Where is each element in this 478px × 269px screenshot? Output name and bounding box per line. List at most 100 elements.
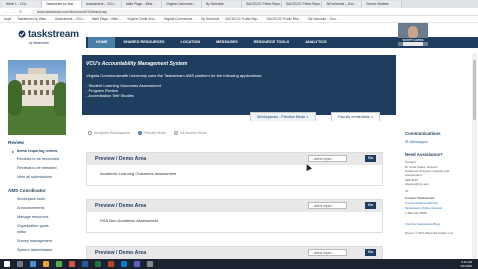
card-title: Preview / Demo Area <box>95 156 147 162</box>
or-label: Or: <box>405 189 410 193</box>
filter-assigned[interactable]: Assigned Workspaces <box>88 131 130 135</box>
welcome-banner: VCU's Accountability Management System V… <box>82 55 396 115</box>
blog-link[interactable]: Visit the Taskstream Blog <box>405 222 440 226</box>
nav-shared-resources[interactable]: SHARED RESOURCES <box>115 37 172 48</box>
banner-app: - Accreditation Self Studies <box>86 93 134 98</box>
report-select[interactable]: - select report - <box>308 249 347 256</box>
bookmark[interactable]: Virginia Commonwe… <box>164 17 196 21</box>
webcam-name: SCOTT GATES <box>397 38 429 42</box>
sidebar-item-system-admin[interactable]: System administrator <box>17 248 53 252</box>
webcam-overlay <box>398 23 428 46</box>
back-icon[interactable]: ← <box>4 9 9 14</box>
banner-title: VCU's Accountability Management System <box>86 61 188 67</box>
word-icon[interactable] <box>82 261 88 267</box>
go-button[interactable]: Go <box>365 249 376 256</box>
bookmark[interactable]: Taskstream by Wats… <box>17 17 49 21</box>
reload-icon[interactable]: ↻ <box>18 9 23 14</box>
report-select[interactable]: - select report - <box>308 202 347 209</box>
sidebar-item-announcements[interactable]: Announcements <box>17 206 44 210</box>
messages-link[interactable]: ✉ Messages <box>405 139 428 144</box>
bookmark[interactable]: SACSCOC Public Rep… <box>267 17 302 21</box>
campus-photo <box>8 60 66 135</box>
contact-line: Assessment <box>405 173 422 177</box>
nav-messages[interactable]: MESSAGES <box>208 37 246 48</box>
bookmark[interactable]: Math Plage – Bets… <box>92 17 121 21</box>
nav-location[interactable]: LOCATION <box>173 37 209 48</box>
coordinator-section-title: AMS Coordinator <box>8 188 46 193</box>
sidebar-item-org-goals[interactable]: Organization goals <box>17 224 49 228</box>
browser-tab[interactable]: Math Plage – Bets… <box>122 1 162 8</box>
bookmark[interactable]: Apps <box>4 17 11 21</box>
sidebar-item-reconcile[interactable]: Reviews to be reconciled <box>17 157 59 161</box>
nav-resource-tools[interactable]: RESOURCE TOOLS <box>246 37 298 48</box>
card-title: Preview / Demo Area <box>95 250 147 256</box>
nav-home[interactable]: HOME <box>88 37 116 48</box>
arrow-icon: ▸ <box>12 150 14 154</box>
chrome-icon[interactable] <box>56 261 62 267</box>
card-workspace-link[interactable]: DSA Non-Academic Assessment <box>87 212 382 223</box>
radio-icon[interactable] <box>88 131 92 135</box>
sidebar-item-all-submissions[interactable]: View all submissions <box>17 175 52 179</box>
support-link[interactable]: Via the Watermark/Help <box>405 201 438 205</box>
card-workspace-link[interactable]: Academic Learning Outcomes Assessment <box>87 165 382 176</box>
app-icon[interactable] <box>147 261 153 267</box>
contact-label: Contact: <box>405 160 417 164</box>
sidebar-item-release[interactable]: Reviews to be released <box>17 166 56 170</box>
bookmarks-bar: Apps Taskstream by Wats… Assessment – VC… <box>0 16 478 23</box>
bookmark[interactable]: JW schedule – Goo… <box>308 17 339 21</box>
search-icon[interactable] <box>17 261 23 267</box>
sidebar-item-survey-management[interactable]: Survey management <box>17 239 52 243</box>
sidebar-item-requiring-review[interactable]: Items requiring review <box>17 149 57 153</box>
scrollbar-thumb[interactable] <box>473 60 476 120</box>
go-button[interactable]: Go <box>365 155 376 162</box>
sidebar-item-org-goals-editor[interactable]: editor <box>17 230 27 234</box>
outlook-icon[interactable] <box>121 261 127 267</box>
radio-icon[interactable] <box>137 131 142 135</box>
workspace-card: Preview / Demo Area - select report - Go <box>86 246 383 259</box>
browser-tab[interactable]: Assessment – VCU… <box>82 1 122 8</box>
filter-all-access[interactable]: All Access Mode <box>174 131 207 135</box>
bookmark[interactable]: Assessment – VCU… <box>55 17 86 21</box>
bookmark[interactable]: Virginia Credit Unio… <box>127 17 158 21</box>
review-section-title: Review <box>8 140 24 145</box>
logo-text[interactable]: taskstream <box>28 29 79 40</box>
browser-tab[interactable]: Week 1 - VCU… <box>2 1 42 8</box>
excel-icon[interactable] <box>95 261 101 267</box>
radio-icon[interactable] <box>174 131 179 135</box>
browser-tab[interactable]: By Schedule <box>202 1 242 8</box>
footer-text: Privacy | © 2021 Watermark Insights, LLC <box>405 232 454 235</box>
contact-line[interactable]: sfgates@vcu.edu <box>405 182 429 186</box>
browser-tab[interactable]: Virginia Commonw… <box>162 1 202 8</box>
taskstream-logo-icon <box>18 30 26 38</box>
taskbar-clock[interactable]: 9:11 AM 4/1/2020 <box>460 260 472 268</box>
support-link[interactable]: Taskstream Online Support <box>405 206 442 210</box>
tab-faculty-credentials[interactable]: Faculty credentials × <box>331 112 380 121</box>
report-select[interactable]: - select report - <box>308 155 347 162</box>
windows-start-icon[interactable] <box>4 261 10 267</box>
browser-tab[interactable]: Genna: Markets <box>362 1 402 8</box>
filter-preview[interactable]: Preview Mode <box>137 131 167 135</box>
powerpoint-icon[interactable] <box>108 261 114 267</box>
edge-icon[interactable] <box>30 261 36 267</box>
bookmark[interactable]: SACSCOC Public Rep… <box>225 17 260 21</box>
sidebar-item-workspace-tools[interactable]: Workspace tools <box>17 197 45 201</box>
folder-icon[interactable] <box>43 261 49 267</box>
forward-icon[interactable]: → <box>11 9 16 14</box>
browser-tab[interactable]: SACSCOC Public Repo… <box>282 1 322 8</box>
filter-label: Assigned Workspaces <box>94 131 130 135</box>
nav-analytics[interactable]: ANALYTICS <box>297 37 334 48</box>
app-icon[interactable] <box>69 261 75 267</box>
filter-label: Preview Mode <box>143 131 167 135</box>
url-field[interactable]: www.taskstream.com/ts/cross/x/01/Default… <box>31 8 321 15</box>
messages-label: Messages <box>409 139 428 144</box>
bookmark[interactable]: By Schedule <box>201 17 219 21</box>
browser-tab-active[interactable]: Taskstream by Wat… <box>42 1 82 8</box>
tab-workspaces-preview[interactable]: Workspaces - Preview Mode × <box>250 112 316 121</box>
card-header: Preview / Demo Area - select report - Go <box>87 153 382 165</box>
browser-tab[interactable]: SACSCOC Public Repo… <box>242 1 282 8</box>
sidebar-item-manage-resources[interactable]: Manage resources <box>17 215 48 219</box>
browser-tab[interactable]: JW schedule – Goo… <box>322 1 362 8</box>
workspace-card: Preview / Demo Area - select report - Go… <box>86 152 383 186</box>
go-button[interactable]: Go <box>365 202 376 209</box>
teams-icon[interactable] <box>134 261 140 267</box>
